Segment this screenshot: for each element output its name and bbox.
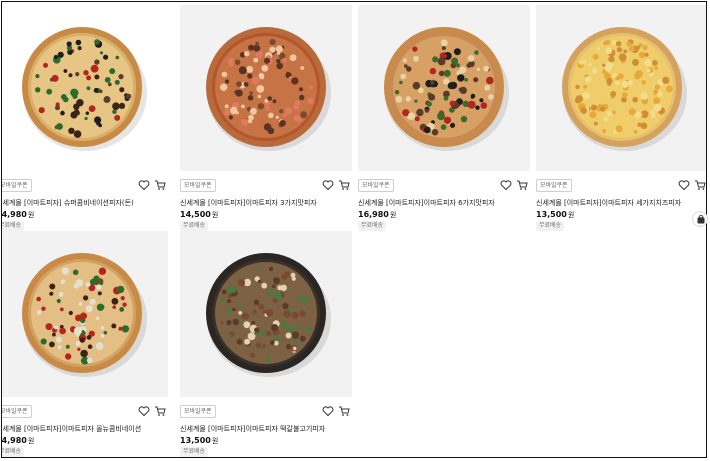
- coupon-badge: 모바일쿠폰: [180, 405, 216, 418]
- product-price: 13,500원: [536, 210, 574, 220]
- free-shipping-badge: 무료배송: [2, 447, 25, 457]
- product-grid: 모바일쿠폰 신세계몰 [이마트피자] 슈퍼콤비네이션피자(돈) 14,980원 …: [1, 1, 707, 458]
- product-price: 14,980원: [1, 436, 35, 446]
- heart-icon[interactable]: [138, 179, 150, 191]
- heart-icon[interactable]: [322, 405, 334, 417]
- price-unit: 원: [211, 211, 219, 219]
- free-shipping-badge: 무료배송: [180, 221, 209, 231]
- free-shipping-badge: 무료배송: [2, 221, 25, 231]
- heart-icon[interactable]: [500, 179, 512, 191]
- price-unit: 원: [27, 437, 35, 445]
- price-value: 13,500: [180, 436, 211, 445]
- price-value: 14,980: [1, 210, 27, 219]
- coupon-badge: 모바일쿠폰: [180, 179, 216, 192]
- product-price: 16,980원: [358, 210, 396, 220]
- pizza-illustration: [562, 27, 687, 151]
- price-value: 13,500: [536, 210, 567, 219]
- price-unit: 원: [27, 211, 35, 219]
- pizza-illustration: [384, 27, 509, 151]
- cart-icon[interactable]: [338, 405, 350, 417]
- product-title[interactable]: 신세계몰 [이마트피자]이마트피자 떡갈불고기피자: [180, 425, 348, 434]
- pizza-illustration: [22, 27, 147, 151]
- product-price: 14,500원: [180, 210, 218, 220]
- product-image[interactable]: [2, 231, 168, 397]
- product-image[interactable]: [180, 231, 352, 397]
- free-shipping-badge: 무료배송: [358, 221, 387, 231]
- heart-icon[interactable]: [138, 405, 150, 417]
- product-title[interactable]: 신세계몰 [이마트피자] 슈퍼콤비네이션피자(돈): [2, 199, 164, 208]
- price-unit: 원: [389, 211, 397, 219]
- coupon-badge: 모바일쿠폰: [536, 179, 572, 192]
- product-image[interactable]: [358, 5, 530, 171]
- free-shipping-badge: 무료배송: [536, 221, 565, 231]
- product-price: 13,500원: [180, 436, 218, 446]
- product-image[interactable]: [536, 5, 706, 171]
- product-title[interactable]: 신세계몰 [이마트피자]이마트피자 6가지맛피자: [358, 199, 526, 208]
- cart-badge-icon: [697, 215, 705, 224]
- coupon-badge: 모바일쿠폰: [2, 179, 32, 192]
- heart-icon[interactable]: [678, 179, 690, 191]
- price-value: 16,980: [358, 210, 389, 219]
- cart-icon[interactable]: [154, 405, 166, 417]
- heart-icon[interactable]: [322, 179, 334, 191]
- cart-icon[interactable]: [154, 179, 166, 191]
- cart-icon[interactable]: [516, 179, 528, 191]
- cart-icon[interactable]: [338, 179, 350, 191]
- price-unit: 원: [211, 437, 219, 445]
- pizza-illustration: [206, 253, 331, 377]
- coupon-badge: 모바일쿠폰: [358, 179, 394, 192]
- product-image[interactable]: [180, 5, 352, 171]
- free-shipping-badge: 무료배송: [180, 447, 209, 457]
- product-price: 14,980원: [1, 210, 35, 220]
- floating-cart-button[interactable]: [692, 211, 708, 227]
- price-unit: 원: [567, 211, 575, 219]
- cart-icon[interactable]: [694, 179, 706, 191]
- product-image[interactable]: [2, 5, 168, 171]
- product-title[interactable]: 신세계몰 [이마트피자]이마트피자 올뉴콤비네이션: [2, 425, 164, 434]
- price-value: 14,980: [1, 436, 27, 445]
- product-title[interactable]: 신세계몰 [이마트피자]이마트피자 3가지맛피자: [180, 199, 348, 208]
- pizza-illustration: [22, 253, 147, 377]
- coupon-badge: 모바일쿠폰: [2, 405, 32, 418]
- price-value: 14,500: [180, 210, 211, 219]
- pizza-illustration: [206, 27, 331, 151]
- product-title[interactable]: 신세계몰 [이마트피자]이마트피자 세가지치즈피자: [536, 199, 704, 208]
